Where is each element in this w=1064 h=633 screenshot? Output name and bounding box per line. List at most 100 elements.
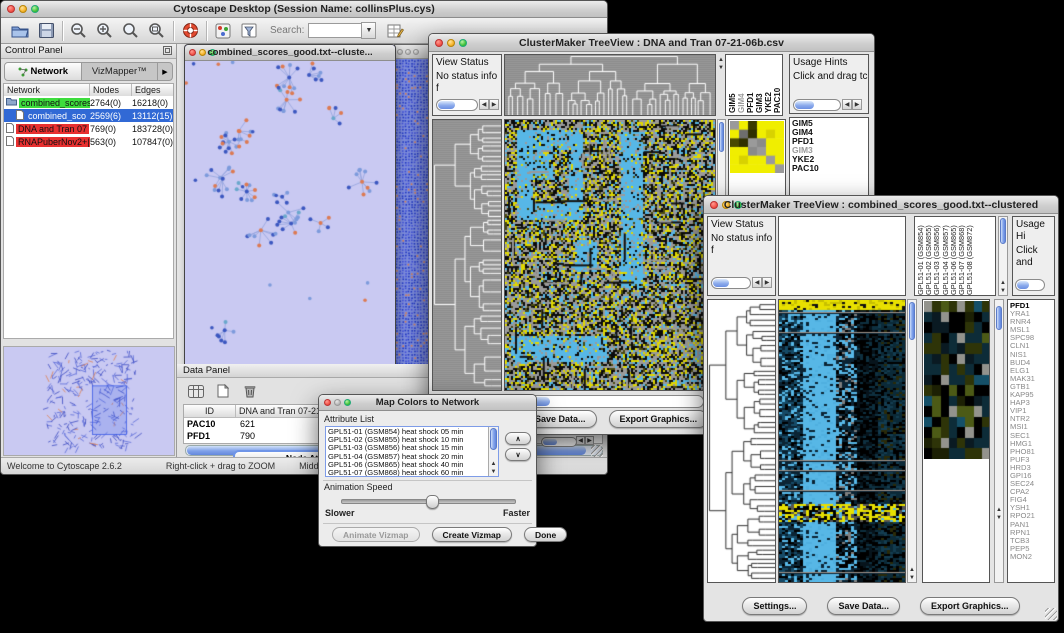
desktop: Cytoscape Desktop (Session Name: collins… xyxy=(0,0,1064,633)
column-label: GIM4 xyxy=(737,55,746,113)
network-canvas[interactable] xyxy=(185,61,393,369)
tv2-heatmap-vscrollbar[interactable]: ▲▼ xyxy=(907,299,917,583)
delete-attribute-trash-icon[interactable] xyxy=(239,382,261,400)
zoom-out-icon[interactable] xyxy=(66,20,92,42)
scroll-left-arrow[interactable]: ◀ xyxy=(479,99,489,110)
new-attribute-icon[interactable] xyxy=(212,382,234,400)
tv1-row-dendrogram[interactable] xyxy=(433,120,501,390)
inactive-minimize-button[interactable] xyxy=(405,49,411,55)
treeview2-resize-grip[interactable] xyxy=(1045,608,1057,620)
tv1-heatmap[interactable] xyxy=(505,120,715,390)
gene-label[interactable]: MON2 xyxy=(1010,553,1054,561)
float-panel-icon[interactable] xyxy=(163,42,172,60)
tv1-usage-scrollbar[interactable] xyxy=(793,99,841,111)
search-dropdown-button[interactable]: ▼ xyxy=(361,22,376,39)
attribute-list-vscrollbar[interactable]: ▲▼ xyxy=(488,427,498,476)
main-resize-grip[interactable] xyxy=(591,445,603,457)
data-panel-title: Data Panel xyxy=(183,365,230,377)
tv1-heatmap-panel[interactable] xyxy=(504,119,716,391)
open-file-button[interactable] xyxy=(7,20,33,42)
zoom-in-icon[interactable] xyxy=(92,20,118,42)
scroll-right-arrow[interactable]: ▶ xyxy=(585,436,594,445)
save-button[interactable] xyxy=(33,20,59,42)
network-view-titlebar[interactable]: combined_scores_good.txt--cluste... xyxy=(185,45,395,61)
animation-speed-slider[interactable] xyxy=(341,499,516,504)
slider-thumb[interactable] xyxy=(426,495,439,509)
tv1-column-dendrogram[interactable] xyxy=(505,55,715,115)
tv1-status-scrollbar[interactable] xyxy=(436,99,478,111)
export-graphics-button[interactable]: Export Graphics... xyxy=(920,597,1020,615)
tv2-status-scrollbar[interactable] xyxy=(711,277,751,289)
scroll-left-arrow[interactable]: ◀ xyxy=(752,277,762,288)
tv2-heatmap[interactable] xyxy=(779,300,905,582)
attribute-browser-icon[interactable] xyxy=(382,20,408,42)
scroll-right-arrow[interactable]: ▶ xyxy=(852,99,862,110)
tv2-heatmap-panel[interactable] xyxy=(778,299,906,583)
tv1-zoom-matrix[interactable] xyxy=(730,121,784,173)
folder-icon xyxy=(6,97,17,106)
network-list-row[interactable]: combined_scores2764(0)16218(0) xyxy=(4,96,173,109)
birdseye-view[interactable] xyxy=(3,346,175,456)
tab-vizmapper[interactable]: VizMapper™ xyxy=(82,63,158,80)
col-edges[interactable]: Edges xyxy=(132,84,173,96)
gene-label[interactable]: PAC10 xyxy=(792,164,868,173)
tab-overflow-arrow[interactable]: ▶ xyxy=(157,63,172,80)
network-list-row[interactable]: combined_sco2569(6)13112(15) xyxy=(4,109,173,122)
col-nodes[interactable]: Nodes xyxy=(90,84,132,96)
dialog-title: Map Colors to Network xyxy=(319,397,536,408)
select-attributes-icon[interactable] xyxy=(185,382,207,400)
inactive-close-button[interactable] xyxy=(397,49,403,55)
search-input[interactable] xyxy=(308,23,361,38)
export-graphics-button[interactable]: Export Graphics... xyxy=(609,410,709,428)
treeview1-titlebar[interactable]: ClusterMaker TreeView : DNA and Tran 07-… xyxy=(429,34,874,52)
column-label: GIM5 xyxy=(728,55,737,113)
tv2-zoom-heatmap[interactable] xyxy=(924,301,990,459)
network-list-row[interactable]: DNA and Tran 07769(0)183728(0) xyxy=(4,122,173,135)
control-panel: Control Panel Network VizMapper™ ▶ Netwo… xyxy=(1,44,177,458)
col-network[interactable]: Network xyxy=(4,84,90,96)
search-label: Search: xyxy=(270,25,304,36)
scroll-right-arrow[interactable]: ▶ xyxy=(489,99,499,110)
move-attribute-down-button[interactable]: ∨ xyxy=(505,448,531,461)
background-network-window[interactable] xyxy=(394,44,429,369)
tv1-row-dendrogram-panel[interactable] xyxy=(432,119,502,391)
tv2-row-dendrogram[interactable] xyxy=(708,300,775,582)
tv2-column-dendrogram-panel[interactable] xyxy=(778,216,906,296)
network-list-row[interactable]: RNAPuberNov2+|563(0)107847(0) xyxy=(4,135,173,148)
dialog-titlebar[interactable]: Map Colors to Network xyxy=(319,395,536,411)
zoom-fit-icon[interactable] xyxy=(118,20,144,42)
done-button[interactable]: Done xyxy=(524,527,567,542)
tv2-row-dendrogram-panel[interactable] xyxy=(707,299,776,583)
tv2-labels-vscrollbar[interactable]: ▲▼ xyxy=(998,216,1008,296)
tv1-column-dendrogram-panel[interactable] xyxy=(504,54,716,116)
settings-button[interactable]: Settings... xyxy=(742,597,807,615)
right-mini-hscrollbar[interactable] xyxy=(541,437,577,447)
zoom-selected-icon[interactable] xyxy=(144,20,170,42)
filter-icon[interactable] xyxy=(210,20,236,42)
attribute-list-item[interactable]: GPL51-07 (GSM868) heat shock 60 min xyxy=(326,469,498,477)
create-vizmap-button[interactable]: Create Vizmap xyxy=(432,527,512,542)
tv1-usage-hints-line2: Click and drag tc xyxy=(790,69,868,83)
move-attribute-up-button[interactable]: ∧ xyxy=(505,432,531,445)
save-data-button[interactable]: Save Data... xyxy=(827,597,900,615)
tv2-usage-scrollbar[interactable] xyxy=(1015,279,1045,291)
tv2-zoom-heatmap-panel[interactable] xyxy=(922,299,990,583)
tab-network[interactable]: Network xyxy=(5,63,82,80)
map-colors-dialog: Map Colors to Network Attribute List GPL… xyxy=(318,394,537,547)
inactive-zoom-button[interactable] xyxy=(413,49,419,55)
attribute-listbox[interactable]: GPL51-01 (GSM854) heat shock 05 minGPL51… xyxy=(325,426,499,477)
tv1-top-scroll-arrows[interactable]: ▲▼ xyxy=(717,56,725,72)
scroll-right-arrow[interactable]: ▶ xyxy=(762,277,772,288)
node-count: 769(0) xyxy=(90,124,132,134)
treeview2-titlebar[interactable]: ClusterMaker TreeView : combined_scores_… xyxy=(704,196,1058,214)
help-lifebuoy-icon[interactable] xyxy=(177,20,203,42)
data-col-id[interactable]: ID xyxy=(184,405,236,417)
search-filter-doc-icon[interactable] xyxy=(236,20,262,42)
animate-vizmap-button[interactable]: Animate Vizmap xyxy=(332,527,420,542)
scroll-left-arrow[interactable]: ◀ xyxy=(842,99,852,110)
tv2-genes-vscrollbar[interactable]: ▲▼ xyxy=(994,299,1004,583)
main-titlebar[interactable]: Cytoscape Desktop (Session Name: collins… xyxy=(1,1,607,18)
tv1-usage-hints-line1: Usage Hints xyxy=(790,55,868,69)
scroll-left-arrow[interactable]: ◀ xyxy=(576,436,585,445)
dense-network-canvas[interactable] xyxy=(395,59,428,369)
